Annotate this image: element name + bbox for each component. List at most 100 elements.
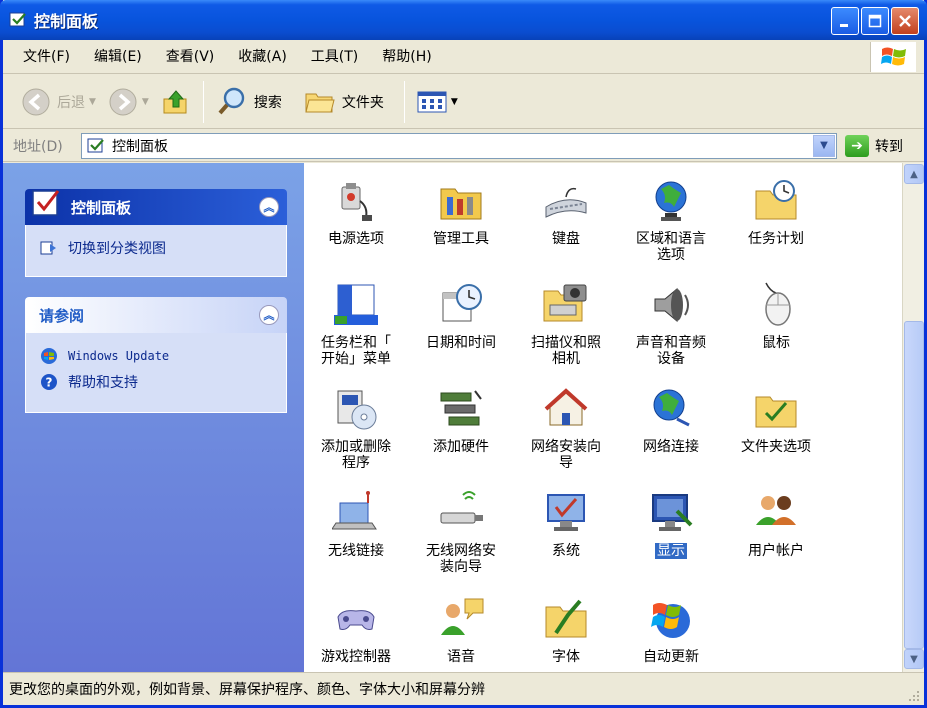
scheduled-tasks-icon — [755, 180, 797, 220]
cp-item-wireless-network-setup[interactable]: 无线网络安 装向导 — [409, 489, 513, 575]
cp-item-speech[interactable]: 语音 — [409, 595, 513, 665]
cp-item-network-setup-wizard[interactable]: 网络安装向导 — [514, 385, 618, 471]
see-also-group-title: 请参阅 — [39, 306, 85, 325]
minimize-button[interactable] — [831, 7, 859, 35]
cp-item-label: 声音和音频 — [636, 335, 706, 351]
network-connections-icon — [653, 389, 690, 427]
add-hardware-icon — [440, 390, 482, 426]
cp-item-fonts[interactable]: 字体 — [514, 595, 618, 665]
forward-arrow-icon — [109, 88, 137, 115]
cp-item-display[interactable]: 显示 — [619, 489, 723, 559]
cp-item-folder-options[interactable]: 文件夹选项 — [724, 385, 828, 455]
search-icon — [218, 87, 245, 114]
cp-item-system[interactable]: 系统 — [514, 489, 618, 559]
cp-item-mouse[interactable]: 鼠标 — [724, 281, 828, 351]
menu-tools[interactable]: 工具(T) — [299, 45, 370, 69]
scanner-camera-icon — [543, 284, 587, 322]
maximize-button[interactable] — [861, 7, 889, 35]
cp-item-network-connections[interactable]: 网络连接 — [619, 385, 723, 455]
windows-logo — [870, 42, 916, 72]
maximize-icon — [868, 14, 882, 28]
cp-item-scheduled-tasks[interactable]: 任务计划 — [724, 177, 828, 247]
menu-bar: 文件(F) 编辑(E) 查看(V) 收藏(A) 工具(T) 帮助(H) — [3, 40, 924, 74]
window-title: 控制面板 — [34, 12, 99, 31]
cp-item-date-time[interactable]: 日期和时间 — [409, 281, 513, 351]
folders-label: 文件夹 — [341, 94, 384, 111]
control-panel-group-title: 控制面板 — [71, 198, 132, 217]
control-panel-task-group: 控制面板 ︽ 切换到分类视图 — [25, 189, 287, 277]
cp-item-add-hardware[interactable]: 添加硬件 — [409, 385, 513, 455]
collapse-icon[interactable]: ︽ — [259, 305, 279, 325]
views-button[interactable]: ▼ — [411, 81, 464, 123]
back-dropdown-icon[interactable]: ▼ — [89, 97, 96, 107]
go-button[interactable]: ➔ 转到 — [845, 134, 903, 157]
control-panel-group-body: 切换到分类视图 — [25, 225, 287, 277]
forward-dropdown-icon[interactable]: ▼ — [142, 97, 149, 107]
cp-item-wireless-link[interactable]: 无线链接 — [304, 489, 408, 559]
automatic-updates-icon — [651, 603, 690, 638]
cp-item-label: 自动更新 — [643, 649, 699, 665]
help-and-support-link[interactable]: ? 帮助和支持 — [40, 369, 272, 395]
administrative-tools-icon — [440, 188, 482, 220]
cp-item-automatic-updates[interactable]: 自动更新 — [619, 595, 723, 665]
cp-item-label: 日期和时间 — [426, 335, 496, 351]
menu-edit[interactable]: 编辑(E) — [82, 45, 154, 69]
cp-item-label: 网络连接 — [643, 439, 699, 455]
back-button[interactable]: 后退 ▼ — [15, 81, 102, 123]
resize-grip-icon[interactable] — [906, 688, 920, 702]
control-panel-group-header[interactable]: 控制面板 ︽ — [25, 189, 287, 225]
scroll-thumb[interactable] — [904, 321, 924, 649]
folder-up-icon — [163, 89, 187, 113]
back-label: 后退 — [57, 94, 85, 111]
cp-item-label: 任务栏和「 — [321, 335, 391, 351]
status-text: 更改您的桌面的外观，例如背景、屏幕保护程序、颜色、字体大小和屏幕分辨 — [9, 682, 485, 698]
address-input[interactable]: 控制面板 ▼ — [81, 132, 837, 159]
address-dropdown-button[interactable]: ▼ — [813, 134, 835, 157]
cp-item-label: 语音 — [447, 649, 475, 665]
search-button[interactable]: 搜索 — [210, 81, 288, 123]
menu-favorites[interactable]: 收藏(A) — [226, 45, 299, 69]
cp-item-label: 电源选项 — [328, 231, 384, 247]
cp-item-scanners-cameras[interactable]: 扫描仪和照 相机 — [514, 281, 618, 367]
cp-item-label-line2: 开始」菜单 — [321, 351, 391, 367]
cp-item-keyboard[interactable]: 键盘 — [514, 177, 618, 247]
menu-file[interactable]: 文件(F) — [11, 45, 82, 69]
views-dropdown-icon[interactable]: ▼ — [451, 97, 458, 107]
menu-help[interactable]: 帮助(H) — [370, 45, 443, 69]
cp-item-administrative-tools[interactable]: 管理工具 — [409, 177, 513, 247]
help-and-support-label: 帮助和支持 — [68, 375, 138, 391]
toolbar: 后退 ▼ ▼ 搜索 文件夹 ▼ — [3, 75, 924, 129]
menu-view[interactable]: 查看(V) — [154, 45, 227, 69]
cp-item-user-accounts[interactable]: 用户帐户 — [724, 489, 828, 559]
title-bar[interactable]: 控制面板 — [0, 0, 927, 40]
scroll-down-button[interactable]: ▼ — [904, 649, 924, 669]
cp-item-regional-language[interactable]: 区域和语言 选项 — [619, 177, 723, 263]
collapse-icon[interactable]: ︽ — [259, 197, 279, 217]
cp-item-add-remove-programs[interactable]: 添加或删除 程序 — [304, 385, 408, 471]
folder-icon — [305, 93, 335, 112]
globe-icon — [655, 181, 687, 221]
folders-button[interactable]: 文件夹 — [298, 81, 390, 123]
switch-to-category-view-link[interactable]: 切换到分类视图 — [40, 235, 272, 261]
cp-item-label: 键盘 — [552, 231, 580, 247]
cp-item-game-controllers[interactable]: 游戏控制器 — [304, 595, 408, 665]
forward-button[interactable]: ▼ — [102, 81, 155, 123]
vertical-scrollbar[interactable]: ▲ ▼ — [902, 163, 924, 672]
scroll-up-button[interactable]: ▲ — [904, 164, 924, 184]
up-button[interactable] — [155, 81, 197, 123]
windows-update-link[interactable]: Windows Update — [40, 343, 272, 369]
close-button[interactable] — [891, 7, 919, 35]
cp-item-power-options[interactable]: 电源选项 — [304, 177, 408, 247]
cp-item-sounds-audio[interactable]: 声音和音频 设备 — [619, 281, 723, 367]
cp-item-label: 无线网络安 — [426, 543, 496, 559]
cp-item-label: 用户帐户 — [748, 543, 804, 559]
cp-item-label: 网络安装向 — [531, 439, 601, 455]
cp-item-label-line2: 设备 — [657, 351, 685, 367]
speech-icon — [441, 598, 484, 635]
toolbar-separator — [403, 80, 405, 123]
wireless-network-icon — [440, 491, 483, 524]
cp-item-taskbar-start-menu[interactable]: 任务栏和「 开始」菜单 — [304, 281, 408, 367]
game-controller-icon — [337, 610, 375, 630]
see-also-group-header[interactable]: 请参阅 ︽ — [25, 297, 287, 333]
control-panel-items: 电源选项 管理工具 键盘 区域和语言 选项 任务计划 任务栏和「 开始」菜单 日… — [304, 163, 902, 672]
